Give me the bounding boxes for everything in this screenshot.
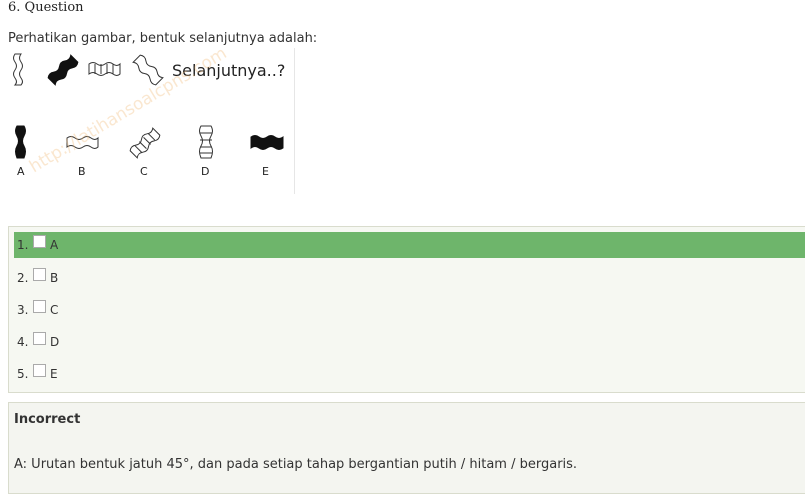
feedback-explanation: A: Urutan bentuk jatuh 45°, dan pada set… [14,457,578,472]
sequence-shape-1 [13,53,23,86]
answer-label: E [50,367,58,381]
feedback-title: Incorrect [14,412,81,427]
answer-number: 5. [17,367,29,381]
option-label-a: A [17,165,25,178]
figure-drawing: Selanjutnya..? A B C D E [13,53,285,178]
answer-label: C [50,303,59,317]
question-prompt: Perhatikan gambar, bentuk selanjutnya ad… [8,31,318,46]
answer-number: 1. [17,238,29,252]
answer-number: 3. [17,303,29,317]
answer-checkbox[interactable] [33,299,46,313]
feedback-box: Incorrect A: Urutan bentuk jatuh 45°, da… [8,402,805,494]
option-shape-a [15,125,26,159]
answer-option-3[interactable]: 3. C [14,297,805,323]
answer-number: 4. [17,335,29,349]
question-figure: Selanjutnya..? A B C D E http://latihans… [8,43,295,194]
question-title: 6. Question [8,0,84,15]
option-shape-c [129,127,161,159]
answer-checkbox[interactable] [33,234,46,248]
sequence-shape-3 [88,62,121,76]
option-label-e: E [262,165,269,178]
answer-label: D [50,335,60,349]
sequence-shape-2 [47,54,79,86]
answer-checkbox[interactable] [33,363,46,377]
answer-number: 2. [17,271,29,285]
option-label-c: C [140,165,148,178]
answer-checkbox[interactable] [33,331,46,345]
answer-label: B [50,271,59,285]
option-label-b: B [78,165,86,178]
sequence-caption: Selanjutnya..? [172,61,285,80]
answer-option-4[interactable]: 4. D [14,329,805,355]
option-label-d: D [201,165,209,178]
answer-option-5[interactable]: 5. E [14,361,805,387]
answer-label: A [50,238,59,252]
answer-option-2[interactable]: 2. B [14,265,805,291]
option-shape-b [66,136,99,149]
option-shape-d [199,125,213,159]
answer-option-1[interactable]: 1. A [14,232,805,258]
option-shape-e [250,135,284,150]
answer-list: 1. A 2. B 3. C 4. D 5. E [8,226,805,393]
answer-checkbox[interactable] [33,267,46,281]
sequence-shape-4 [132,54,164,86]
